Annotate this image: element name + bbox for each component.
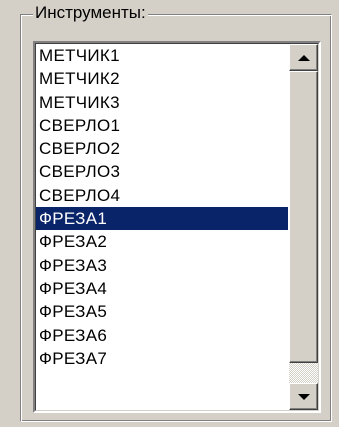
list-item[interactable]: ФРЕЗА7 xyxy=(36,347,288,370)
list-item[interactable]: СВЕРЛО1 xyxy=(36,114,288,137)
list-item[interactable]: ФРЕЗА6 xyxy=(36,324,288,347)
list-item[interactable]: СВЕРЛО3 xyxy=(36,160,288,183)
list-item[interactable]: МЕТЧИК2 xyxy=(36,67,288,90)
list-item[interactable]: ФРЕЗА4 xyxy=(36,277,288,300)
arrow-up-icon xyxy=(297,54,310,61)
tools-listbox[interactable]: МЕТЧИК1 МЕТЧИК2 МЕТЧИК3 СВЕРЛО1 СВЕРЛО2 … xyxy=(33,41,321,413)
list-item[interactable]: МЕТЧИК1 xyxy=(36,44,288,67)
scroll-thumb[interactable] xyxy=(289,71,318,363)
list-item[interactable]: ФРЕЗА2 xyxy=(36,230,288,253)
scroll-down-button[interactable] xyxy=(289,383,318,410)
list-item[interactable]: СВЕРЛО2 xyxy=(36,137,288,160)
scroll-up-button[interactable] xyxy=(289,44,318,71)
tools-group-title: Инструменты: xyxy=(33,2,148,24)
tools-list-items: МЕТЧИК1 МЕТЧИК2 МЕТЧИК3 СВЕРЛО1 СВЕРЛО2 … xyxy=(36,44,288,410)
arrow-down-icon xyxy=(297,393,310,400)
list-item[interactable]: ФРЕЗА3 xyxy=(36,254,288,277)
list-item-selected[interactable]: ФРЕЗА1 xyxy=(36,207,288,231)
list-item[interactable]: ФРЕЗА5 xyxy=(36,300,288,323)
list-item[interactable]: МЕТЧИК3 xyxy=(36,91,288,114)
list-item[interactable]: СВЕРЛО4 xyxy=(36,184,288,207)
vertical-scrollbar[interactable] xyxy=(289,44,318,410)
